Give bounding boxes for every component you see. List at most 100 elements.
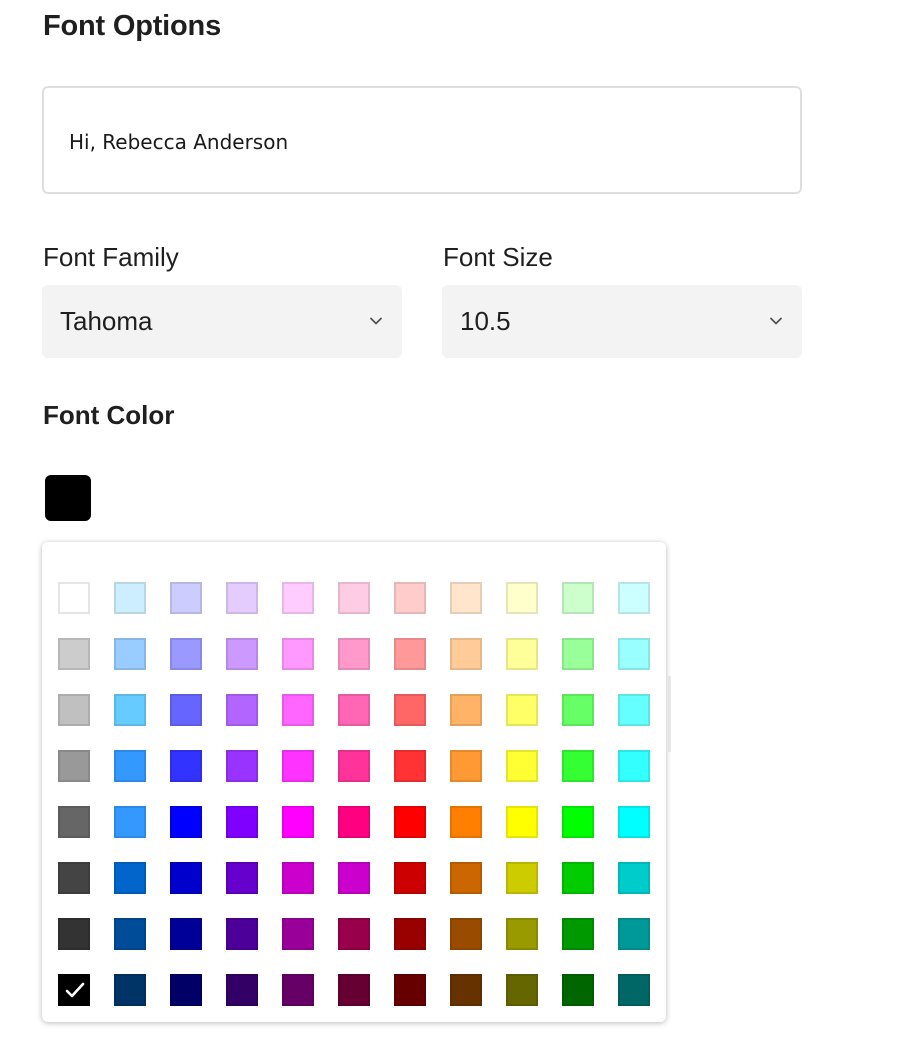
color-swatch[interactable] [450, 638, 482, 670]
color-swatch[interactable] [394, 918, 426, 950]
color-swatch[interactable] [282, 750, 314, 782]
color-swatch[interactable] [506, 638, 538, 670]
color-swatch[interactable] [618, 974, 650, 1006]
font-family-value: Tahoma [60, 306, 153, 336]
color-swatch[interactable] [450, 862, 482, 894]
color-swatch[interactable] [562, 638, 594, 670]
color-swatch[interactable] [58, 750, 90, 782]
color-swatch[interactable] [618, 918, 650, 950]
color-swatch[interactable] [282, 806, 314, 838]
color-swatch[interactable] [506, 582, 538, 614]
color-swatch[interactable] [450, 582, 482, 614]
color-swatch[interactable] [338, 694, 370, 726]
color-swatch[interactable] [562, 750, 594, 782]
color-swatch[interactable] [114, 862, 146, 894]
color-swatch[interactable] [506, 918, 538, 950]
font-family-label: Font Family [43, 242, 179, 272]
color-swatch[interactable] [58, 806, 90, 838]
color-swatch[interactable] [114, 750, 146, 782]
color-swatch[interactable] [170, 638, 202, 670]
color-swatch[interactable] [170, 806, 202, 838]
color-swatch[interactable] [226, 694, 258, 726]
color-swatch[interactable] [506, 806, 538, 838]
color-swatch[interactable] [282, 974, 314, 1006]
color-swatch[interactable] [282, 694, 314, 726]
color-swatch[interactable] [114, 918, 146, 950]
color-swatch[interactable] [562, 862, 594, 894]
font-size-label: Font Size [443, 242, 553, 272]
color-swatch[interactable] [450, 750, 482, 782]
color-swatch[interactable] [114, 974, 146, 1006]
font-size-value: 10.5 [460, 306, 511, 336]
color-swatch[interactable] [618, 806, 650, 838]
color-swatch[interactable] [618, 750, 650, 782]
color-swatch[interactable] [394, 694, 426, 726]
color-swatch[interactable] [562, 806, 594, 838]
color-palette-popup [42, 542, 666, 1022]
color-swatch[interactable] [394, 638, 426, 670]
color-swatch[interactable] [338, 582, 370, 614]
color-swatch[interactable] [282, 862, 314, 894]
color-swatch[interactable] [506, 694, 538, 726]
color-swatch[interactable] [170, 750, 202, 782]
color-swatch[interactable] [562, 918, 594, 950]
color-swatch[interactable] [338, 638, 370, 670]
current-color-swatch[interactable] [45, 475, 91, 521]
color-swatch[interactable] [394, 974, 426, 1006]
color-swatch[interactable] [618, 638, 650, 670]
color-swatch[interactable] [282, 638, 314, 670]
color-swatch[interactable] [506, 974, 538, 1006]
color-swatch[interactable] [226, 582, 258, 614]
color-swatch[interactable] [506, 750, 538, 782]
color-swatch[interactable] [450, 694, 482, 726]
color-swatch[interactable] [282, 582, 314, 614]
color-swatch[interactable] [618, 862, 650, 894]
font-family-select[interactable]: Tahoma [42, 285, 402, 358]
color-swatch[interactable] [226, 974, 258, 1006]
color-swatch[interactable] [170, 974, 202, 1006]
color-swatch[interactable] [562, 582, 594, 614]
color-swatch[interactable] [338, 806, 370, 838]
color-swatch[interactable] [114, 694, 146, 726]
font-color-label: Font Color [43, 400, 175, 430]
color-swatch[interactable] [58, 862, 90, 894]
color-swatch[interactable] [170, 862, 202, 894]
color-swatch[interactable] [506, 862, 538, 894]
page-title: Font Options [43, 10, 222, 42]
color-swatch[interactable] [226, 638, 258, 670]
color-swatch[interactable] [562, 974, 594, 1006]
color-swatch[interactable] [226, 862, 258, 894]
color-swatch[interactable] [394, 862, 426, 894]
color-swatch[interactable] [394, 806, 426, 838]
color-swatch[interactable] [170, 694, 202, 726]
color-swatch[interactable] [394, 582, 426, 614]
color-swatch[interactable] [562, 694, 594, 726]
color-swatch[interactable] [170, 582, 202, 614]
color-swatch[interactable] [338, 862, 370, 894]
color-swatch[interactable] [282, 918, 314, 950]
color-swatch[interactable] [450, 974, 482, 1006]
preview-text: Hi, Rebecca Anderson [69, 130, 289, 154]
color-swatch[interactable] [114, 582, 146, 614]
color-swatch[interactable] [618, 582, 650, 614]
color-swatch[interactable] [58, 582, 90, 614]
font-size-select[interactable]: 10.5 [442, 285, 802, 358]
color-swatch[interactable] [450, 806, 482, 838]
color-swatch[interactable] [394, 750, 426, 782]
color-swatch[interactable] [338, 918, 370, 950]
color-swatch[interactable] [338, 750, 370, 782]
color-swatch[interactable] [58, 694, 90, 726]
color-swatch[interactable] [450, 918, 482, 950]
color-swatch[interactable] [226, 918, 258, 950]
color-swatch[interactable] [58, 974, 90, 1006]
color-swatch[interactable] [58, 638, 90, 670]
color-swatch[interactable] [226, 750, 258, 782]
color-swatch[interactable] [114, 638, 146, 670]
color-swatch[interactable] [226, 806, 258, 838]
color-swatch[interactable] [58, 918, 90, 950]
color-swatch[interactable] [338, 974, 370, 1006]
color-swatch[interactable] [170, 918, 202, 950]
color-swatch[interactable] [114, 806, 146, 838]
color-swatch[interactable] [618, 694, 650, 726]
scrollbar-edge [668, 676, 671, 752]
